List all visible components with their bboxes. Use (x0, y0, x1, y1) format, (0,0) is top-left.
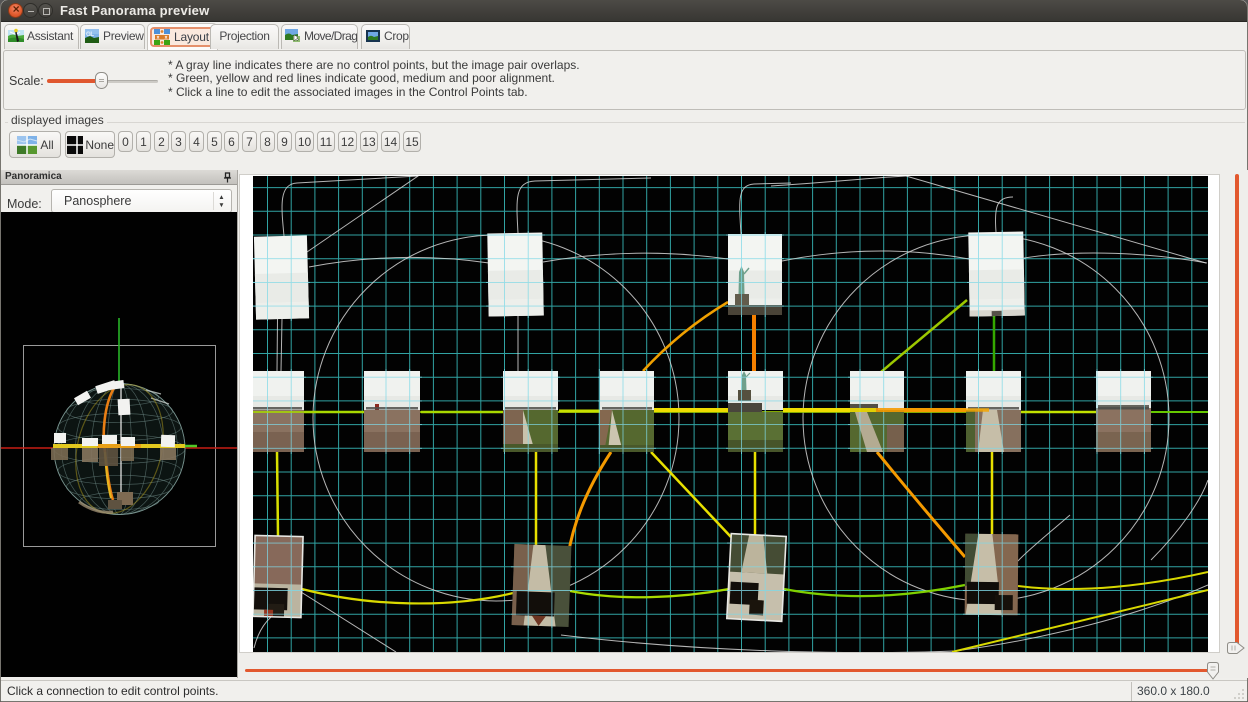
svg-text:GL: GL (86, 32, 94, 38)
